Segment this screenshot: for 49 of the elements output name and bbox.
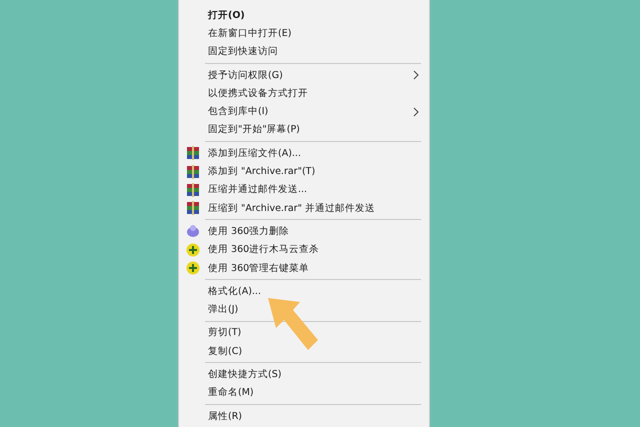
menu-item[interactable]: 创建快捷方式(S) — [179, 365, 429, 384]
item-label: 压缩并通过邮件发送... — [208, 183, 308, 196]
book-stack-icon — [186, 182, 200, 197]
item-label: 以便携式设备方式打开 — [208, 86, 309, 100]
menu-item[interactable]: 打开(O) — [179, 6, 429, 24]
book-stack-icon — [186, 164, 200, 179]
item-label: 包含到库中(I) — [208, 105, 270, 118]
menu-item[interactable]: 在新窗口中打开(E) — [179, 24, 429, 43]
menu-item[interactable]: 授予访问权限(G) — [179, 66, 429, 84]
menu-item[interactable]: 使用 360进行木马云查杀 — [179, 240, 429, 259]
item-label: 使用 360强力删除 — [208, 224, 290, 238]
item-label: 打开(O) — [208, 8, 246, 22]
menu-item[interactable]: 压缩到 "Archive.rar" 并通过邮件发送 — [179, 198, 429, 218]
menu-item[interactable]: 以便携式设备方式打开 — [179, 84, 429, 102]
menu-item[interactable]: 压缩并通过邮件发送... — [179, 180, 429, 199]
item-label: 使用 360进行木马云查杀 — [208, 243, 320, 256]
bubble-icon — [186, 224, 200, 238]
menu-item[interactable]: 包含到库中(I) — [179, 102, 429, 121]
item-label: 添加到压缩文件(A)... — [208, 146, 302, 160]
menu-item[interactable]: 格式化(A)... — [179, 282, 429, 300]
menu-item[interactable]: 剪切(T) — [179, 324, 429, 342]
item-label: 属性(R) — [208, 410, 244, 423]
menu-item[interactable]: 固定到快速访问 — [179, 42, 429, 61]
item-label: 剪切(T) — [208, 326, 242, 340]
menu-item[interactable]: 复制(C) — [179, 342, 429, 360]
item-label: 固定到快速访问 — [208, 45, 279, 58]
menu-item[interactable]: 重命名(M) — [179, 384, 429, 402]
menu-item[interactable]: 属性(R) — [179, 406, 429, 426]
item-label: 添加到 "Archive.rar"(T) — [208, 165, 316, 178]
book-stack-icon — [186, 201, 200, 216]
item-label: 弹出(J) — [208, 303, 240, 316]
item-label: 重命名(M) — [208, 386, 255, 400]
item-label: 格式化(A)... — [208, 284, 262, 298]
book-stack-icon — [186, 146, 200, 160]
menu-item[interactable]: 使用 360强力删除 — [179, 222, 429, 241]
menu-item[interactable]: 添加到压缩文件(A)... — [179, 144, 429, 162]
menu-item[interactable]: 添加到 "Archive.rar"(T) — [179, 162, 429, 181]
menu-item[interactable]: 弹出(J) — [179, 300, 429, 319]
item-label: 压缩到 "Archive.rar" 并通过邮件发送 — [208, 202, 376, 215]
item-label: 复制(C) — [208, 344, 244, 358]
item-label: 授予访问权限(G) — [208, 68, 284, 82]
item-label: 在新窗口中打开(E) — [208, 26, 292, 40]
item-label: 使用 360管理右键菜单 — [208, 262, 310, 274]
plus-circle-icon — [186, 242, 200, 257]
menu-item[interactable]: 固定到"开始"屏幕(P) — [179, 120, 429, 140]
plus-circle-icon — [186, 261, 200, 275]
menu-item[interactable]: 使用 360管理右键菜单 — [179, 258, 429, 278]
item-label: 创建快捷方式(S) — [208, 368, 282, 381]
item-label: 固定到"开始"屏幕(P) — [208, 123, 301, 136]
